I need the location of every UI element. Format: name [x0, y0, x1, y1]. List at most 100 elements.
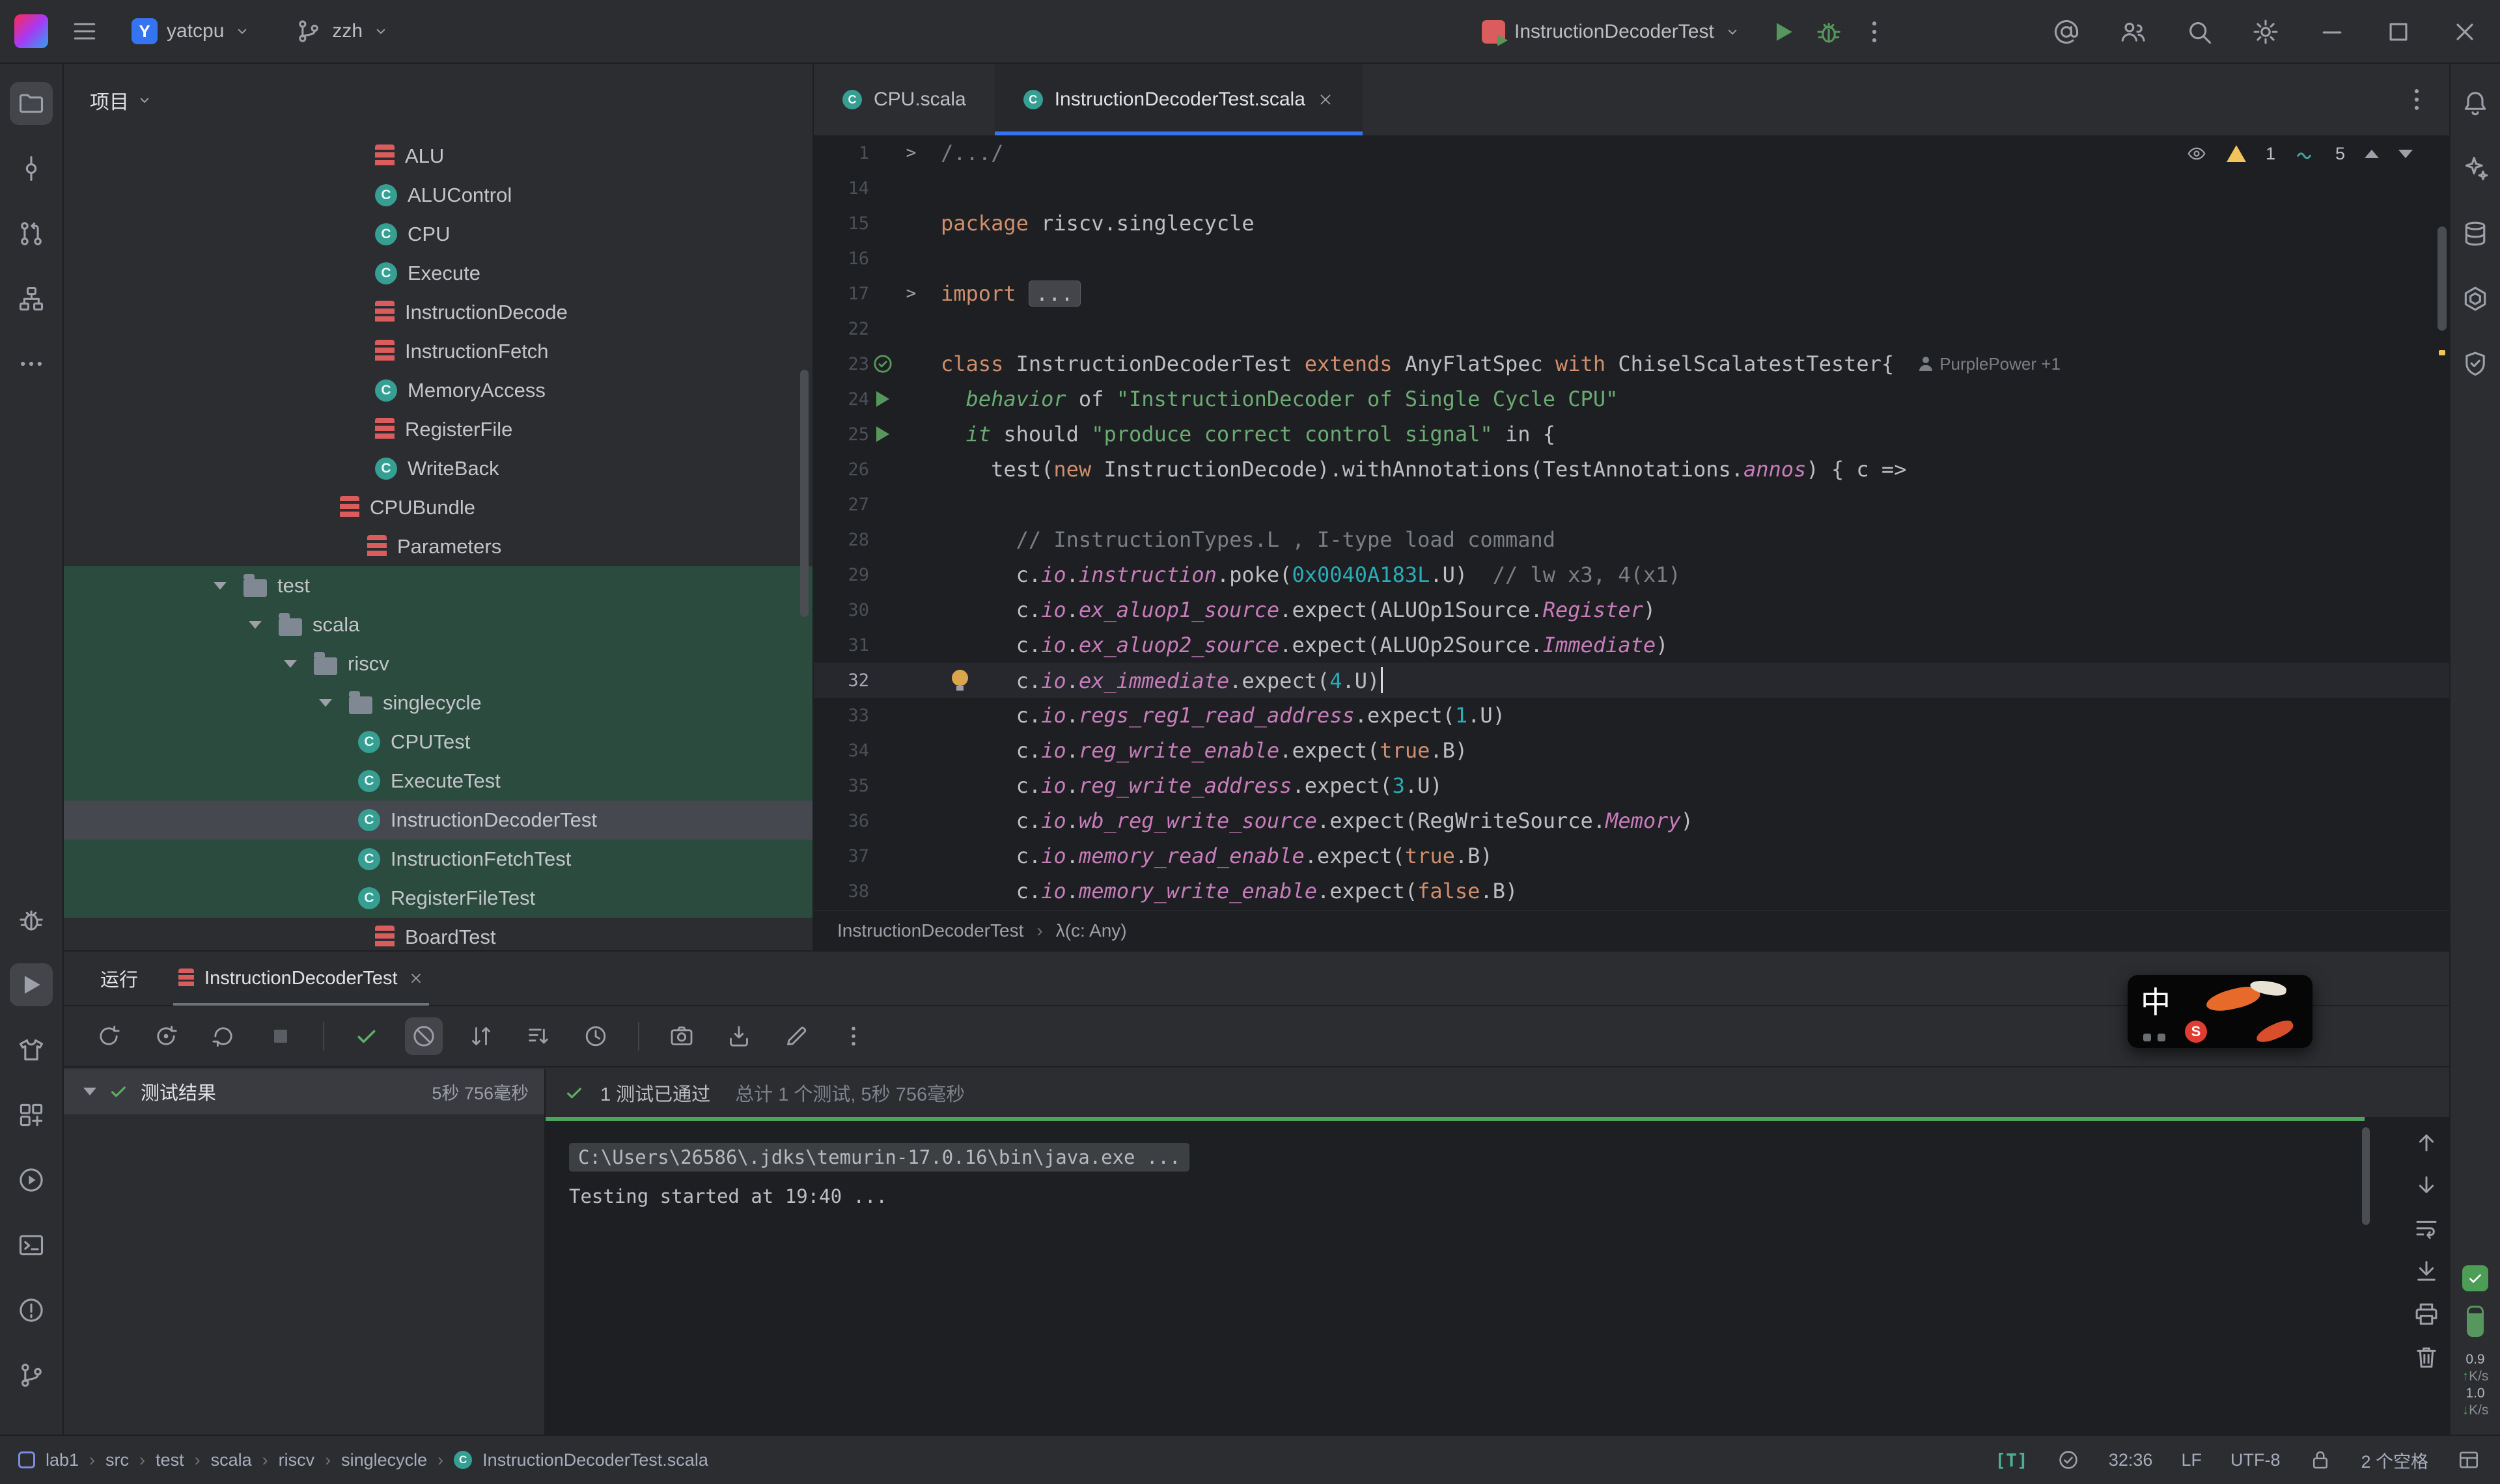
- close-button[interactable]: [2451, 18, 2479, 46]
- tool-button-terminal[interactable]: [10, 1224, 53, 1267]
- tree-item-RegisterFile[interactable]: RegisterFile: [64, 410, 812, 449]
- code-line-36[interactable]: 36 c.io.wb_reg_write_source.expect(RegWr…: [814, 803, 2449, 838]
- status-breadcrumb-scala[interactable]: scala: [211, 1450, 252, 1470]
- search-icon[interactable]: [2185, 18, 2214, 46]
- tool-button-build-tool[interactable]: [2454, 277, 2497, 320]
- tree-item-CPUTest[interactable]: CCPUTest: [64, 722, 812, 762]
- clear-all-icon[interactable]: [2413, 1343, 2440, 1371]
- fold-chevron-icon[interactable]: >: [906, 143, 917, 163]
- status-breadcrumb-riscv[interactable]: riscv: [279, 1450, 315, 1470]
- tree-item-InstructionDecoderTest[interactable]: CInstructionDecoderTest: [64, 801, 812, 840]
- memory-indicator[interactable]: [2467, 1306, 2484, 1337]
- status-breadcrumb-InstructionDecoderTest.scala[interactable]: InstructionDecoderTest.scala: [482, 1450, 708, 1470]
- tree-item-InstructionDecode[interactable]: InstructionDecode: [64, 293, 812, 332]
- tree-item-InstructionFetchTest[interactable]: CInstructionFetchTest: [64, 840, 812, 879]
- warning-count[interactable]: 1: [2266, 144, 2275, 164]
- folded-code-region[interactable]: ...: [1029, 281, 1081, 307]
- tree-item-BoardTest[interactable]: BoardTest: [64, 918, 812, 950]
- console-scrollbar[interactable]: [2362, 1127, 2370, 1225]
- code-line-27[interactable]: 27: [814, 487, 2449, 522]
- fold-chevron-icon[interactable]: >: [906, 284, 917, 303]
- run-tab-instructiondecodertest[interactable]: InstructionDecoderTest: [173, 951, 429, 1006]
- read-only-lock-icon[interactable]: [2309, 1448, 2332, 1472]
- code-line-28[interactable]: 28 // InstructionTypes.L , I-type load c…: [814, 522, 2449, 557]
- test-results-header[interactable]: 测试结果 5秒 756毫秒: [64, 1069, 544, 1114]
- editor-scrollbar[interactable]: [2438, 227, 2447, 331]
- status-breadcrumb-test[interactable]: test: [156, 1450, 184, 1470]
- sort-by-duration-button[interactable]: [520, 1017, 557, 1055]
- tree-item-riscv[interactable]: riscv: [64, 644, 812, 683]
- branch-widget[interactable]: zzh: [284, 10, 400, 52]
- tree-item-Parameters[interactable]: Parameters: [64, 527, 812, 566]
- close-icon[interactable]: [408, 970, 424, 986]
- warning-stripe-mark[interactable]: [2439, 350, 2445, 355]
- show-ignored-button[interactable]: [405, 1017, 443, 1055]
- tool-button-database[interactable]: [2454, 212, 2497, 255]
- tree-item-InstructionFetch[interactable]: InstructionFetch: [64, 332, 812, 371]
- code-line-32[interactable]: 32 c.io.ex_immediate.expect(4.U): [814, 663, 2449, 698]
- previous-problem-icon[interactable]: [2365, 150, 2379, 158]
- tree-item-CPU[interactable]: CCPU: [64, 215, 812, 254]
- status-breadcrumb-lab1[interactable]: lab1: [46, 1450, 79, 1470]
- no-problems-icon[interactable]: [2057, 1448, 2080, 1472]
- run-console[interactable]: 1 测试已通过 总计 1 个测试, 5秒 756毫秒 C:\Users\2658…: [546, 1069, 2449, 1435]
- code-line-33[interactable]: 33 c.io.regs_reg1_read_address.expect(1.…: [814, 698, 2449, 733]
- code-line-17[interactable]: 17>import ...: [814, 276, 2449, 311]
- author-inlay-hint[interactable]: PurplePower +1: [1919, 354, 2061, 374]
- minimize-button[interactable]: [2318, 18, 2346, 46]
- tool-button-project-folder[interactable]: [10, 82, 53, 125]
- run-button[interactable]: [1769, 18, 1798, 46]
- next-problem-icon[interactable]: [2398, 150, 2413, 158]
- editor-tab-InstructionDecoderTest.scala[interactable]: CInstructionDecoderTest.scala: [995, 64, 1363, 135]
- scroll-to-top-icon[interactable]: [2413, 1129, 2440, 1156]
- tool-button-run-anything[interactable]: [10, 1159, 53, 1202]
- window-layout-icon[interactable]: [2457, 1448, 2480, 1472]
- close-icon[interactable]: [1317, 91, 1334, 108]
- tree-item-singlecycle[interactable]: singlecycle: [64, 683, 812, 722]
- code-line-23[interactable]: 23class InstructionDecoderTest extends A…: [814, 346, 2449, 381]
- tree-item-MemoryAccess[interactable]: CMemoryAccess: [64, 371, 812, 410]
- tree-item-test[interactable]: test: [64, 566, 812, 605]
- code-line-24[interactable]: 24 behavior of "InstructionDecoder of Si…: [814, 381, 2449, 417]
- tree-item-ALUControl[interactable]: CALUControl: [64, 176, 812, 215]
- tool-button-debug[interactable]: [10, 898, 53, 941]
- import-test-results-button[interactable]: [720, 1017, 758, 1055]
- run-test-icon[interactable]: [876, 426, 889, 442]
- typo-count[interactable]: 5: [2335, 144, 2345, 164]
- code-line-26[interactable]: 26 test(new InstructionDecode).withAnnot…: [814, 452, 2449, 487]
- maximize-button[interactable]: [2384, 18, 2413, 46]
- settings-icon[interactable]: [2251, 18, 2280, 46]
- project-panel-header[interactable]: 项目: [64, 64, 812, 137]
- expand-chevron-icon[interactable]: [214, 582, 227, 590]
- tool-button-pull-requests[interactable]: [10, 212, 53, 255]
- expand-chevron-icon[interactable]: [284, 660, 297, 668]
- users-icon[interactable]: [2118, 18, 2147, 46]
- expand-chevron-icon[interactable]: [319, 699, 332, 707]
- run-config-selector[interactable]: InstructionDecoderTest: [1471, 14, 1752, 50]
- code-line-38[interactable]: 38 c.io.memory_write_enable.expect(false…: [814, 873, 2449, 909]
- collapse-chevron-icon[interactable]: [83, 1088, 96, 1095]
- code-line-15[interactable]: 15package riscv.singlecycle: [814, 206, 2449, 241]
- project-widget[interactable]: Y yatcpu: [121, 12, 262, 51]
- run-test-icon[interactable]: [876, 391, 889, 407]
- print-icon[interactable]: [2413, 1300, 2440, 1328]
- run-test-class-icon[interactable]: [872, 353, 894, 375]
- tree-item-ALU[interactable]: ALU: [64, 137, 812, 176]
- line-separator[interactable]: LF: [2181, 1450, 2202, 1470]
- code-line-16[interactable]: 16: [814, 241, 2449, 276]
- indent-setting[interactable]: 2 个空格: [2361, 1448, 2428, 1473]
- tool-button-problems[interactable]: [10, 1289, 53, 1332]
- code-line-22[interactable]: 22: [814, 311, 2449, 346]
- export-test-results-button[interactable]: [777, 1017, 815, 1055]
- breadcrumb-item[interactable]: λ(c: Any): [1056, 920, 1127, 941]
- input-method-widget[interactable]: 中 S: [2128, 975, 2312, 1048]
- tree-item-WriteBack[interactable]: CWriteBack: [64, 449, 812, 488]
- code-line-31[interactable]: 31 c.io.ex_aluop2_source.expect(ALUOp2So…: [814, 627, 2449, 663]
- status-breadcrumb-src[interactable]: src: [105, 1450, 129, 1470]
- tool-button-run[interactable]: [10, 963, 53, 1006]
- grammar-check-icon[interactable]: [2462, 1265, 2488, 1291]
- tool-button-version-control[interactable]: [10, 1354, 53, 1397]
- mentions-icon[interactable]: [2052, 18, 2081, 46]
- tool-button-commit[interactable]: [10, 147, 53, 190]
- sort-alphabetically-button[interactable]: [462, 1017, 500, 1055]
